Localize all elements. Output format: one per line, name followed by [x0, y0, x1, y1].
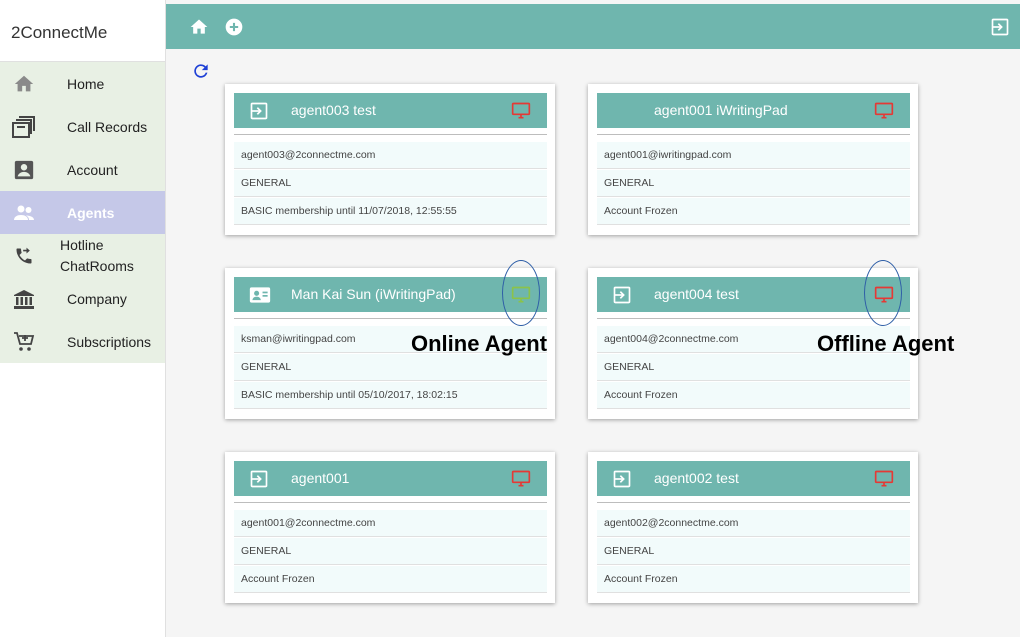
sidebar-item-label: Account	[67, 161, 118, 178]
agent-status: BASIC membership until 11/07/2018, 12:55…	[234, 198, 547, 225]
add-circle-icon[interactable]	[224, 17, 244, 37]
agent-status: Account Frozen	[597, 382, 910, 409]
online-agent-annotation: Online Agent	[411, 331, 548, 356]
archive-icon	[11, 114, 37, 140]
divider	[234, 318, 547, 319]
login-icon[interactable]	[249, 469, 269, 489]
contact-card-icon[interactable]	[249, 285, 271, 305]
monitor-offline-icon[interactable]	[874, 101, 894, 121]
agent-status: Account Frozen	[597, 198, 910, 225]
logout-icon[interactable]	[990, 17, 1010, 37]
sidebar-item-label: Hotline ChatRooms	[60, 235, 134, 277]
sidebar-nav: Home Call Records Account Agents Hotline…	[0, 62, 165, 363]
divider	[597, 318, 910, 319]
sidebar-item-label: Agents	[67, 204, 115, 221]
agent-group: GENERAL	[597, 170, 910, 197]
phone-forward-icon	[11, 243, 37, 269]
agent-card-header: Man Kai Sun (iWritingPad)	[234, 277, 547, 312]
agent-name: agent001	[291, 470, 350, 486]
divider	[234, 502, 547, 503]
home-icon	[11, 71, 37, 97]
divider	[597, 502, 910, 503]
agent-name: agent003 test	[291, 102, 376, 118]
sidebar-item-subscriptions[interactable]: Subscriptions	[0, 320, 165, 363]
divider	[597, 134, 910, 135]
agent-email: agent003@2connectme.com	[234, 142, 547, 169]
login-icon[interactable]	[612, 469, 632, 489]
agent-card-header: agent001	[234, 461, 547, 496]
monitor-offline-icon[interactable]	[511, 469, 531, 489]
agent-card-header: agent003 test	[234, 93, 547, 128]
account-box-icon	[11, 157, 37, 183]
login-icon[interactable]	[249, 101, 269, 121]
agent-name: agent004 test	[654, 286, 739, 302]
login-icon[interactable]	[612, 285, 632, 305]
monitor-offline-icon[interactable]	[874, 469, 894, 489]
agent-card[interactable]: agent003 test agent003@2connectme.com GENE…	[225, 84, 555, 235]
agent-status: BASIC membership until 05/10/2017, 18:02…	[234, 382, 547, 409]
agent-group: GENERAL	[234, 354, 547, 381]
sidebar-item-account[interactable]: Account	[0, 148, 165, 191]
agent-card-header: agent001 iWritingPad	[597, 93, 910, 128]
agent-email: agent001@2connectme.com	[234, 510, 547, 537]
sidebar-item-home[interactable]: Home	[0, 62, 165, 105]
bank-icon	[11, 286, 37, 312]
agent-name: Man Kai Sun (iWritingPad)	[291, 286, 456, 302]
top-bar	[166, 4, 1020, 49]
sidebar-item-call-records[interactable]: Call Records	[0, 105, 165, 148]
agent-group: GENERAL	[597, 538, 910, 565]
sidebar-item-label: Home	[67, 75, 105, 92]
offline-agent-annotation: Offline Agent	[817, 331, 955, 356]
agent-group: GENERAL	[234, 170, 547, 197]
people-icon	[11, 200, 37, 226]
refresh-icon[interactable]	[191, 61, 211, 81]
sidebar-item-label: Company	[67, 290, 127, 307]
agent-card[interactable]: agent001 agent001@2connectme.com GENERAL Ac…	[225, 452, 555, 603]
app-brand: 2ConnectMe	[0, 0, 165, 62]
home-icon[interactable]	[189, 17, 209, 37]
divider	[234, 134, 547, 135]
sidebar-item-agents[interactable]: Agents	[0, 191, 165, 234]
offline-highlight-ellipse	[864, 260, 902, 326]
monitor-offline-icon[interactable]	[511, 101, 531, 121]
sidebar-item-label-line1: Hotline	[60, 236, 104, 253]
cart-add-icon	[11, 329, 37, 355]
agent-status: Account Frozen	[597, 566, 910, 593]
agent-card[interactable]: agent001 iWritingPad agent001@iwritingpad…	[588, 84, 918, 235]
agent-status: Account Frozen	[234, 566, 547, 593]
sidebar-item-company[interactable]: Company	[0, 277, 165, 320]
online-highlight-ellipse	[502, 260, 540, 326]
sidebar-item-hotline-chatrooms[interactable]: Hotline ChatRooms	[0, 234, 165, 277]
agent-group: GENERAL	[597, 354, 910, 381]
agent-email: agent001@iwritingpad.com	[597, 142, 910, 169]
agent-card-header: agent002 test	[597, 461, 910, 496]
agent-card[interactable]: agent002 test agent002@2connectme.com GENE…	[588, 452, 918, 603]
sidebar-item-label: Call Records	[67, 118, 148, 135]
agent-name: agent001 iWritingPad	[654, 102, 788, 118]
sidebar-item-label-line2: ChatRooms	[60, 257, 134, 274]
agent-group: GENERAL	[234, 538, 547, 565]
sidebar: 2ConnectMe Home Call Records Account Age…	[0, 0, 166, 637]
agent-email: agent002@2connectme.com	[597, 510, 910, 537]
agent-name: agent002 test	[654, 470, 739, 486]
sidebar-item-label: Subscriptions	[67, 333, 152, 350]
